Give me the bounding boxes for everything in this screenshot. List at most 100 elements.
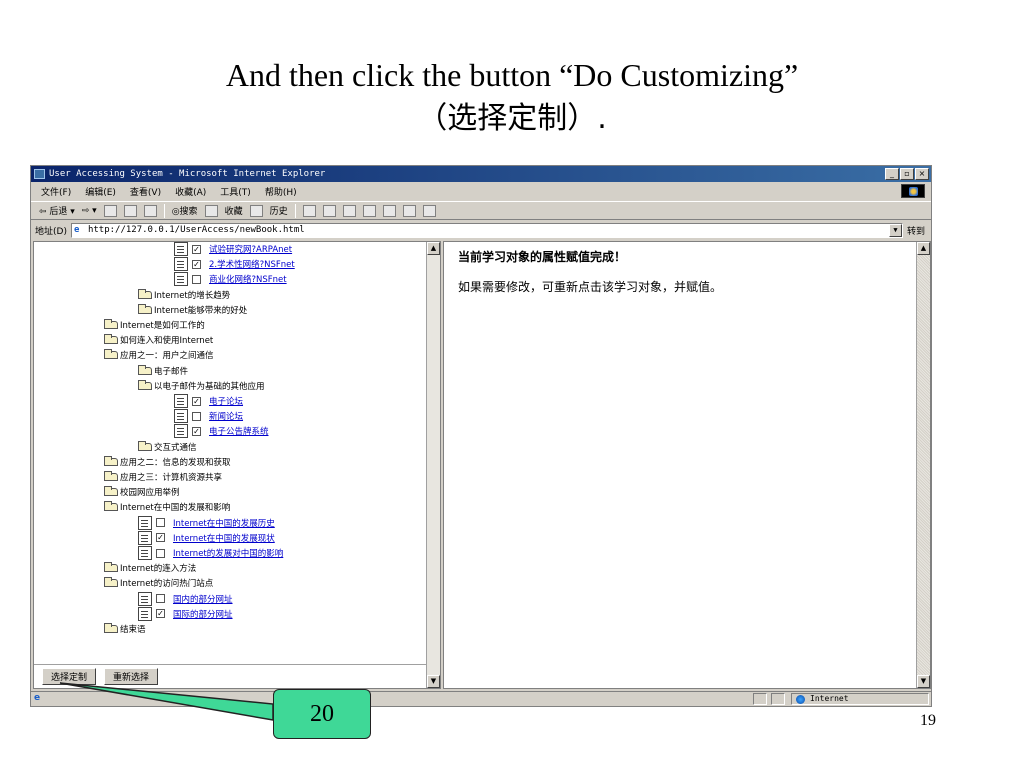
tree-leaf-link[interactable]: 国内的部分网址 [173,593,233,605]
tree-leaf-item[interactable]: ✓ 国际的部分网址 [138,606,233,621]
tree-leaf-item[interactable]: Internet的发展对中国的影响 [138,546,283,560]
menu-tools[interactable]: 工具(T) [220,185,251,198]
tree-leaf-link[interactable]: 试验研究网?ARPAnet [209,243,292,255]
tree-leaf-link[interactable]: 电子公告牌系统 [209,425,269,437]
select-checkbox[interactable]: ✓ [192,396,201,406]
tree-leaf-item[interactable]: ✓ Internet在中国的发展现状 [138,530,275,545]
tree-leaf-link[interactable]: 新闻论坛 [209,410,243,422]
select-checkbox[interactable] [192,274,201,284]
tree-leaf-item[interactable]: 新闻论坛 [174,409,243,424]
tree-folder-item[interactable]: 以电子邮件为基础的其他应用 [138,379,265,393]
tree-folder-item[interactable]: 结束语 [104,622,146,636]
scroll-down-icon[interactable]: ▼ [427,675,440,688]
favorites-button[interactable]: 收藏 [225,204,243,217]
tree-folder-label[interactable]: 校园网应用举例 [120,486,180,498]
tree-folder-label[interactable]: 应用之三：计算机资源共享 [120,471,222,483]
menu-file[interactable]: 文件(F) [41,185,71,198]
select-checkbox[interactable]: ✓ [156,533,165,543]
tree-folder-label[interactable]: Internet在中国的发展和影响 [120,501,230,513]
minimize-button[interactable]: _ [885,168,899,180]
document-icon [174,272,188,287]
tree-folder-item[interactable]: Internet的连入方法 [104,561,196,575]
tree-folder-label[interactable]: Internet的增长趋势 [154,289,230,301]
tree-folder-label[interactable]: 结束语 [120,623,146,635]
tree-leaf-item[interactable]: ✓ 2.学术性网络?NSFnet [174,257,295,272]
tree-leaf-link[interactable]: 国际的部分网址 [173,608,233,620]
tree-folder-item[interactable]: 应用之一：用户之间通信 [104,348,214,362]
tree-folder-label[interactable]: 电子邮件 [154,365,188,377]
tree-leaf-link[interactable]: Internet在中国的发展现状 [173,532,275,544]
tree-folder-label[interactable]: 应用之二：信息的发现和获取 [120,456,231,468]
maximize-button[interactable]: ▫ [900,168,914,180]
window-titlebar[interactable]: User Accessing System - Microsoft Intern… [31,166,931,182]
tree-folder-item[interactable]: 应用之三：计算机资源共享 [104,470,222,484]
tree-leaf-link[interactable]: Internet的发展对中国的影响 [173,547,283,559]
tree-leaf-item[interactable]: ✓ 电子公告牌系统 [174,424,269,439]
tree-leaf-item[interactable]: Internet在中国的发展历史 [138,515,275,530]
tree-leaf-link[interactable]: 2.学术性网络?NSFnet [209,258,295,270]
messenger-icon[interactable] [382,204,396,217]
tree-leaf-item[interactable]: ✓ 试验研究网?ARPAnet [174,242,292,256]
tree-leaf-item[interactable]: 国内的部分网址 [138,591,233,606]
stop-icon[interactable] [103,204,117,217]
tree-folder-label[interactable]: Internet的连入方法 [120,562,196,574]
tree-folder-item[interactable]: 校园网应用举例 [104,485,180,499]
tree-leaf-link[interactable]: Internet在中国的发展历史 [173,517,275,529]
menu-edit[interactable]: 编辑(E) [85,185,116,198]
tree-folder-item[interactable]: Internet的增长趋势 [138,288,230,302]
select-checkbox[interactable]: ✓ [192,426,201,436]
mail-icon[interactable] [302,204,316,217]
select-checkbox[interactable] [156,518,165,528]
tree-folder-label[interactable]: Internet是如何工作的 [120,319,205,331]
menu-help[interactable]: 帮助(H) [265,185,297,198]
back-button[interactable]: ⇦ 后退 ▾ [39,204,75,217]
tree-leaf-link[interactable]: 商业化网络?NSFnet [209,273,287,285]
right-scrollbar[interactable]: ▲ ▼ [916,242,930,688]
tree-folder-label[interactable]: 以电子邮件为基础的其他应用 [154,380,265,392]
address-dropdown-icon[interactable]: ▼ [888,223,902,237]
tree-leaf-item[interactable]: ✓ 电子论坛 [174,394,243,408]
tree-folder-label[interactable]: 交互式通信 [154,441,197,453]
reselect-button[interactable]: 重新选择 [104,668,159,685]
tree-leaf-link[interactable]: 电子论坛 [209,395,243,407]
close-button[interactable]: × [915,168,929,180]
image-icon[interactable] [422,204,436,217]
address-input[interactable]: http://127.0.0.1/UserAccess/newBook.html… [70,222,903,238]
tree-folder-item[interactable]: 电子邮件 [138,364,188,378]
select-checkbox[interactable] [156,548,165,558]
search-button[interactable]: ◎搜索 [172,204,198,217]
tree-folder-item[interactable]: Internet在中国的发展和影响 [104,500,230,514]
go-button[interactable]: 转到 [907,224,925,237]
scroll-down-icon[interactable]: ▼ [917,675,930,688]
menu-favorites[interactable]: 收藏(A) [175,185,206,198]
tree-folder-label[interactable]: 如何连入和使用Internet [120,334,213,346]
print-icon[interactable] [322,204,336,217]
tree-folder-label[interactable]: Internet能够带来的好处 [154,304,247,316]
tree-folder-label[interactable]: 应用之一：用户之间通信 [120,349,214,361]
select-checkbox[interactable]: ✓ [192,244,201,254]
tree-folder-item[interactable]: 如何连入和使用Internet [104,333,213,347]
menu-view[interactable]: 查看(V) [130,185,161,198]
history-button[interactable]: 历史 [270,204,288,217]
select-checkbox[interactable] [156,594,165,604]
tree-folder-label[interactable]: Internet的访问热门站点 [120,577,213,589]
home-icon[interactable] [143,204,157,217]
do-customizing-button[interactable]: 选择定制 [42,668,97,685]
left-scrollbar[interactable]: ▲ ▼ [426,242,440,688]
select-checkbox[interactable]: ✓ [156,609,165,619]
tree-folder-item[interactable]: Internet是如何工作的 [104,318,205,332]
tree-folder-item[interactable]: Internet的访问热门站点 [104,576,213,590]
discuss-icon[interactable] [362,204,376,217]
media-icon[interactable] [402,204,416,217]
refresh-icon[interactable] [123,204,137,217]
tree-folder-item[interactable]: 交互式通信 [138,440,197,454]
scroll-up-icon[interactable]: ▲ [917,242,930,255]
tree-folder-item[interactable]: 应用之二：信息的发现和获取 [104,455,231,469]
tree-leaf-item[interactable]: 商业化网络?NSFnet [174,272,287,287]
tree-folder-item[interactable]: Internet能够带来的好处 [138,303,247,317]
forward-button[interactable]: ⇨ ▾ [82,206,97,216]
edit-icon[interactable] [342,204,356,217]
select-checkbox[interactable]: ✓ [192,259,201,269]
select-checkbox[interactable] [192,411,201,421]
scroll-up-icon[interactable]: ▲ [427,242,440,255]
